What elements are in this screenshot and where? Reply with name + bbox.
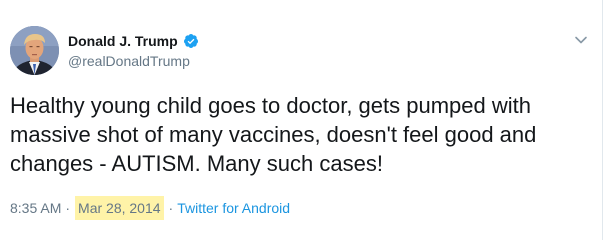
meta-separator: · <box>168 200 174 216</box>
verified-badge-icon <box>183 34 198 48</box>
tweet-source-link[interactable]: Twitter for Android <box>177 200 290 216</box>
avatar-portrait-icon <box>10 26 59 75</box>
author-handle[interactable]: @realDonaldTrump <box>68 53 190 69</box>
tweet-text: Healthy young child goes to doctor, gets… <box>10 93 537 176</box>
meta-separator: · <box>65 200 71 216</box>
author-name[interactable]: Donald J. Trump <box>68 33 178 49</box>
tweet-menu-button[interactable] <box>574 33 588 47</box>
tweet-card: Donald J. Trump @realDonaldTrump Healthy… <box>0 0 603 240</box>
author-header[interactable]: Donald J. Trump <box>68 33 199 49</box>
tweet-time[interactable]: 8:35 AM <box>10 200 61 216</box>
tweet-meta: 8:35 AM · Mar 28, 2014 · Twitter for And… <box>10 196 290 220</box>
tweet-date[interactable]: Mar 28, 2014 <box>75 196 164 220</box>
chevron-down-icon <box>575 36 587 44</box>
avatar[interactable] <box>10 26 59 75</box>
